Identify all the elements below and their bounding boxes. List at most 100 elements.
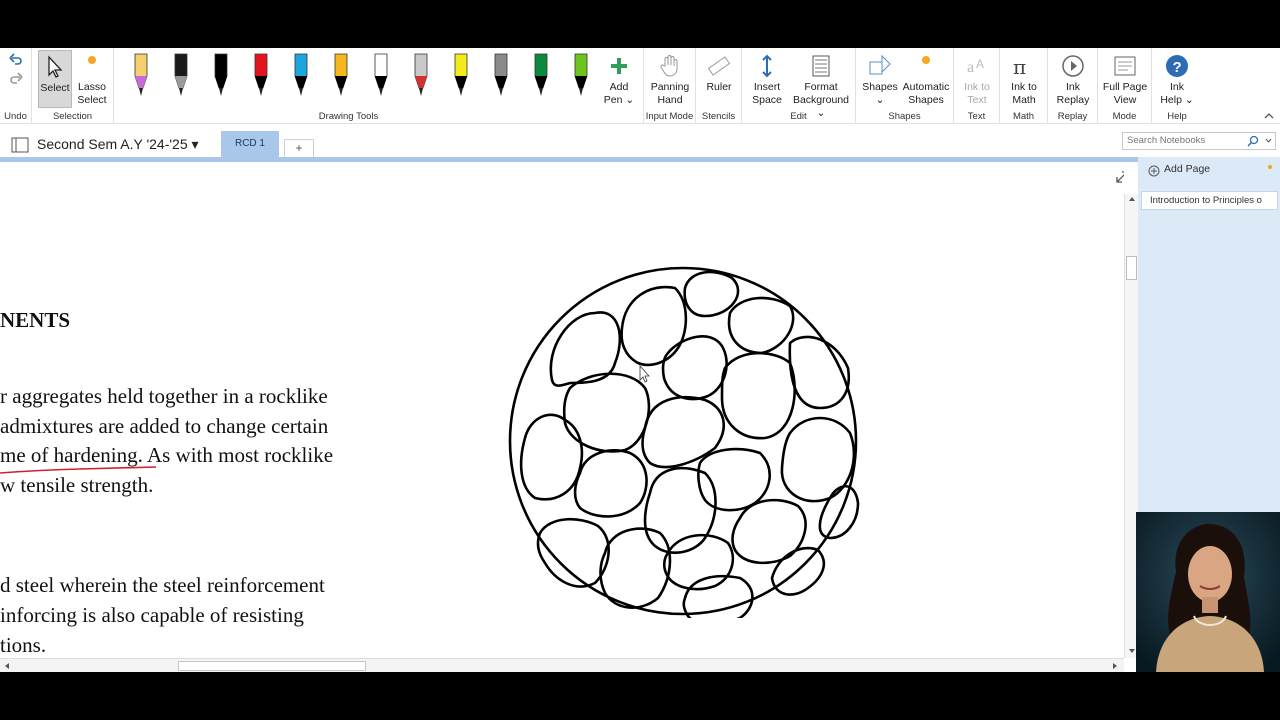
ink-to-math-button[interactable]: π Ink to Math xyxy=(1003,50,1045,108)
insert-space-button[interactable]: Insert Space xyxy=(746,50,788,108)
undo-icon[interactable] xyxy=(9,53,23,65)
replay-label-2: Replay xyxy=(1056,94,1090,106)
ink-text-label-1: Ink to xyxy=(964,81,990,93)
doc-p2-line1: d steel wherein the steel reinforcement xyxy=(0,573,325,597)
scroll-left-arrow-icon[interactable] xyxy=(4,662,10,670)
svg-text:π: π xyxy=(1013,55,1026,78)
add-page-icon[interactable] xyxy=(1148,165,1160,177)
add-pen-label-2: Pen ⌄ xyxy=(603,94,635,106)
group-label-drawing: Drawing Tools xyxy=(318,111,379,122)
notebook-title[interactable]: Second Sem A.Y '24-'25 ▾ xyxy=(37,136,199,153)
notebook-icon[interactable] xyxy=(11,137,29,153)
group-label-mode: Mode xyxy=(1112,111,1137,122)
panning-hand-button[interactable]: Panning Hand xyxy=(646,50,694,108)
ink-math-label-2: Math xyxy=(1012,94,1036,106)
ink-math-label-1: Ink to xyxy=(1011,81,1037,93)
pen-2-icon[interactable] xyxy=(172,52,190,98)
group-label-undo: Undo xyxy=(4,111,27,122)
scroll-right-arrow-icon[interactable] xyxy=(1112,662,1118,670)
group-label-stencils: Stencils xyxy=(701,111,736,122)
shapes-label-1: Shapes xyxy=(862,81,898,93)
group-mode: Full Page View Mode xyxy=(1098,48,1152,124)
redo-icon[interactable] xyxy=(9,72,23,84)
add-section-button[interactable]: + xyxy=(284,139,314,157)
search-scope-chevron-icon[interactable] xyxy=(1265,138,1272,143)
group-undo: Undo xyxy=(0,48,32,124)
group-label-help: Help xyxy=(1167,111,1187,122)
collapse-ribbon-icon[interactable] xyxy=(1264,113,1274,119)
shapes-button[interactable]: Shapes ⌄ xyxy=(860,50,900,108)
horizontal-scroll-thumb[interactable] xyxy=(178,661,366,671)
onenote-window: Undo Select Lasso Select Selection Add P… xyxy=(0,48,1280,672)
scroll-up-arrow-icon[interactable] xyxy=(1128,196,1136,202)
full-page-view-button[interactable]: Full Page View xyxy=(1100,50,1150,108)
plus-icon xyxy=(611,58,627,74)
full-page-label-2: View xyxy=(1113,94,1137,106)
shapes-label-2: ⌄ xyxy=(875,94,885,106)
pen-7-icon[interactable] xyxy=(372,52,390,98)
horizontal-scrollbar[interactable] xyxy=(0,658,1124,672)
pi-icon: π xyxy=(1013,55,1026,78)
vertical-scroll-thumb[interactable] xyxy=(1126,256,1137,280)
background-icon xyxy=(812,55,830,77)
pen-3-icon[interactable] xyxy=(212,52,230,98)
insert-space-icon xyxy=(762,54,772,78)
mouse-cursor-icon xyxy=(639,364,650,383)
help-label-2: Help ⌄ xyxy=(1160,94,1194,106)
search-icon[interactable] xyxy=(1247,135,1259,147)
search-notebooks-input[interactable]: Search Notebooks xyxy=(1122,132,1276,150)
auto-shapes-icon xyxy=(922,56,930,64)
add-page-button[interactable]: Add Page xyxy=(1164,163,1210,175)
doc-clipped-glyph: - xyxy=(85,162,90,166)
lasso-select-button[interactable]: Lasso Select xyxy=(74,50,110,108)
format-background-button[interactable]: Format Background ⌄ xyxy=(788,50,854,119)
doc-p1-line1: r aggregates held together in a rocklike xyxy=(0,384,328,408)
pen-6-icon[interactable] xyxy=(332,52,350,98)
group-shapes: Shapes ⌄ Automatic Shapes Shapes xyxy=(856,48,954,124)
sort-indicator-dot xyxy=(1268,165,1272,169)
presenter-photo xyxy=(1136,512,1280,672)
pen-5-icon[interactable] xyxy=(292,52,310,98)
page-item-introduction[interactable]: Introduction to Principles o xyxy=(1141,191,1278,210)
presenter-webcam xyxy=(1136,512,1280,672)
add-pen-button[interactable]: Add Pen ⌄ xyxy=(600,50,638,108)
pen-4-icon[interactable] xyxy=(252,52,270,98)
cursor-icon xyxy=(48,55,63,78)
ink-replay-button[interactable]: Ink Replay xyxy=(1052,50,1094,108)
auto-label-2: Shapes xyxy=(908,94,944,106)
ink-help-button[interactable]: ? Ink Help ⌄ xyxy=(1156,50,1198,108)
ruler-button[interactable]: Ruler xyxy=(698,50,740,108)
page-canvas[interactable]: - NENTS r aggregates held together in a … xyxy=(0,162,1124,658)
ink-drawing-concrete-aggregates[interactable] xyxy=(500,258,870,618)
group-selection: Select Lasso Select Selection xyxy=(32,48,114,124)
pen-10-icon[interactable] xyxy=(492,52,510,98)
scroll-down-arrow-icon[interactable] xyxy=(1128,648,1136,654)
auto-label-1: Automatic xyxy=(902,81,950,93)
select-button[interactable]: Select xyxy=(38,50,72,108)
format-label-1: Format xyxy=(804,81,838,93)
insert-label-1: Insert xyxy=(753,81,781,93)
svg-text:?: ? xyxy=(1173,59,1182,76)
group-text: aA Ink to Text Text xyxy=(954,48,1000,124)
group-input-mode: Panning Hand Input Mode xyxy=(644,48,696,124)
section-tab-rcd1[interactable]: RCD 1 xyxy=(221,131,279,157)
pen-12-icon[interactable] xyxy=(572,52,590,98)
svg-text:A: A xyxy=(976,57,984,71)
ink-to-text-button[interactable]: aA Ink to Text xyxy=(956,50,998,108)
group-label-input-mode: Input Mode xyxy=(645,111,694,122)
pen-8-icon[interactable] xyxy=(412,52,430,98)
pasted-document-image: - NENTS r aggregates held together in a … xyxy=(0,162,374,658)
ink-text-label-2: Text xyxy=(967,94,987,106)
full-page-label-1: Full Page xyxy=(1102,81,1148,93)
doc-p2-line2: inforcing is also capable of resisting xyxy=(0,603,304,627)
pen-1-icon[interactable] xyxy=(132,52,150,98)
group-label-edit: Edit xyxy=(790,111,807,122)
group-replay: Ink Replay Replay xyxy=(1048,48,1098,124)
replay-label-1: Ink xyxy=(1065,81,1080,93)
pen-11-icon[interactable] xyxy=(532,52,550,98)
automatic-shapes-button[interactable]: Automatic Shapes xyxy=(900,50,952,108)
panning-label-1: Panning xyxy=(650,81,690,93)
expand-icon[interactable] xyxy=(1115,170,1124,184)
group-edit: Insert Space Format Background ⌄ Edit xyxy=(742,48,856,124)
pen-9-icon[interactable] xyxy=(452,52,470,98)
